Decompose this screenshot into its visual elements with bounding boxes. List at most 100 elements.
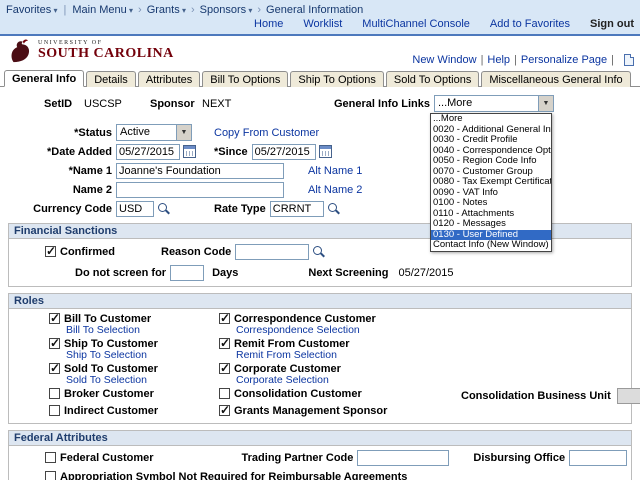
broker-customer-label: Broker Customer [64,388,154,400]
dropdown-option[interactable]: 0030 - Credit Profile [431,135,551,146]
status-value: Active [117,125,176,140]
general-info-links-control: General Info Links ...More ...More 0020 … [334,95,554,112]
setid-label: SetID [44,98,84,110]
remit-from-customer-checkbox[interactable] [219,338,230,349]
tab-sold-to-options[interactable]: Sold To Options [386,71,479,87]
corporate-selection-link[interactable]: Corporate Selection [236,374,329,386]
sponsor-value: NEXT [202,98,231,110]
dropdown-option[interactable]: 0100 - Notes [431,198,551,209]
chevron-down-icon[interactable] [538,96,553,111]
lookup-magnifier-icon[interactable] [312,245,325,258]
confirmed-checkbox[interactable] [45,246,56,257]
correspondence-customer-checkbox[interactable] [219,313,230,324]
correspondence-selection-link[interactable]: Correspondence Selection [236,324,360,336]
breadcrumb-grants[interactable]: Grants [147,4,186,16]
currency-code-input[interactable] [116,201,154,217]
rate-type-input[interactable] [270,201,324,217]
usc-logo: UNIVERSITY OF SOUTH CAROLINA [6,38,174,64]
dropdown-option[interactable]: 0040 - Correspondence Options [431,146,551,157]
http-page-icon[interactable] [624,54,634,66]
sold-to-customer-checkbox[interactable] [49,363,60,374]
lookup-magnifier-icon[interactable] [327,202,340,215]
since-input[interactable] [252,144,316,160]
do-not-screen-input[interactable] [170,265,204,281]
breadcrumb-favorites[interactable]: Favorites [6,4,58,16]
separator [133,4,147,16]
status-select[interactable]: Active [116,124,192,141]
tab-details[interactable]: Details [86,71,136,87]
appropriation-symbol-checkbox[interactable] [45,471,56,480]
consolidation-customer-checkbox[interactable] [219,388,230,399]
dropdown-option[interactable]: 0070 - Customer Group [431,167,551,178]
consolidation-business-unit-input [617,388,640,404]
sign-out-link[interactable]: Sign out [590,18,634,30]
alt-name1-link[interactable]: Alt Name 1 [308,165,362,177]
breadcrumb-current-page: General Information [266,4,363,16]
sponsor-label: Sponsor [150,98,202,110]
dropdown-option[interactable]: 0120 - Messages [431,219,551,230]
ship-to-selection-link[interactable]: Ship To Selection [66,349,147,361]
calendar-icon[interactable] [319,145,332,158]
general-info-links-select[interactable]: ...More [434,95,554,112]
separator [607,54,618,66]
general-info-links-dropdown-list: ...More 0020 - Additional General Info 0… [430,113,552,252]
remit-from-selection-link[interactable]: Remit From Selection [236,349,337,361]
calendar-icon[interactable] [183,145,196,158]
grants-management-sponsor-label: Grants Management Sponsor [234,405,387,417]
dropdown-option[interactable]: 0050 - Region Code Info [431,156,551,167]
dropdown-option[interactable]: 0090 - VAT Info [431,188,551,199]
indirect-customer-checkbox[interactable] [49,405,60,416]
chevron-down-icon[interactable] [176,125,191,140]
ship-to-customer-checkbox[interactable] [49,338,60,349]
grants-management-sponsor-checkbox[interactable] [219,405,230,416]
general-info-links-value: ...More [435,96,538,111]
sold-to-selection-link[interactable]: Sold To Selection [66,374,147,386]
home-link[interactable]: Home [254,18,283,30]
federal-customer-checkbox[interactable] [45,452,56,463]
corporate-customer-checkbox[interactable] [219,363,230,374]
tab-ship-to-options[interactable]: Ship To Options [290,71,383,87]
dropdown-option[interactable]: 0110 - Attachments [431,209,551,220]
trading-partner-code-label: Trading Partner Code [242,452,354,464]
add-to-favorites-link[interactable]: Add to Favorites [490,18,570,30]
bill-to-customer-checkbox[interactable] [49,313,60,324]
sold-to-customer-label: Sold To Customer [64,363,158,375]
breadcrumb-main-menu[interactable]: Main Menu [72,4,133,16]
disbursing-office-input[interactable] [569,450,627,466]
alt-name2-link[interactable]: Alt Name 2 [308,184,362,196]
date-added-input[interactable] [116,144,180,160]
indirect-customer-label: Indirect Customer [64,405,158,417]
tab-general-info[interactable]: General Info [4,70,84,87]
tab-attributes[interactable]: Attributes [138,71,200,87]
name1-label: *Name 1 [8,165,112,177]
breadcrumb: Favorites Main Menu Grants Sponsors Gene… [6,2,634,17]
multichannel-console-link[interactable]: MultiChannel Console [362,18,470,30]
bill-to-selection-link[interactable]: Bill To Selection [66,324,140,336]
name2-input[interactable] [116,182,284,198]
dropdown-option[interactable]: Contact Info (New Window) [431,240,551,251]
tab-bill-to-options[interactable]: Bill To Options [202,71,288,87]
trading-partner-code-input[interactable] [357,450,449,466]
tab-misc-general-info[interactable]: Miscellaneous General Info [481,71,630,87]
dropdown-option[interactable]: 0020 - Additional General Info [431,125,551,136]
breadcrumb-sponsors[interactable]: Sponsors [200,4,253,16]
broker-customer-checkbox[interactable] [49,388,60,399]
dropdown-option[interactable]: 0080 - Tax Exempt Certificates [431,177,551,188]
reason-code-label: Reason Code [161,246,231,258]
reason-code-input[interactable] [235,244,309,260]
worklist-link[interactable]: Worklist [303,18,342,30]
lookup-magnifier-icon[interactable] [157,202,170,215]
copy-from-customer-link[interactable]: Copy From Customer [214,127,319,139]
general-info-links-label: General Info Links [334,98,430,110]
dropdown-option-highlighted[interactable]: 0130 - User Defined [431,230,551,241]
ship-to-customer-label: Ship To Customer [64,338,158,350]
name1-input[interactable] [116,163,284,179]
new-window-link[interactable]: New Window [412,54,476,66]
setid-value: USCSP [84,98,142,110]
dropdown-option[interactable]: ...More [431,114,551,125]
appropriation-symbol-label: Appropriation Symbol Not Required for Re… [60,471,407,480]
separator [186,4,200,16]
separator [58,4,73,16]
help-link[interactable]: Help [487,54,510,66]
personalize-page-link[interactable]: Personalize Page [521,54,607,66]
